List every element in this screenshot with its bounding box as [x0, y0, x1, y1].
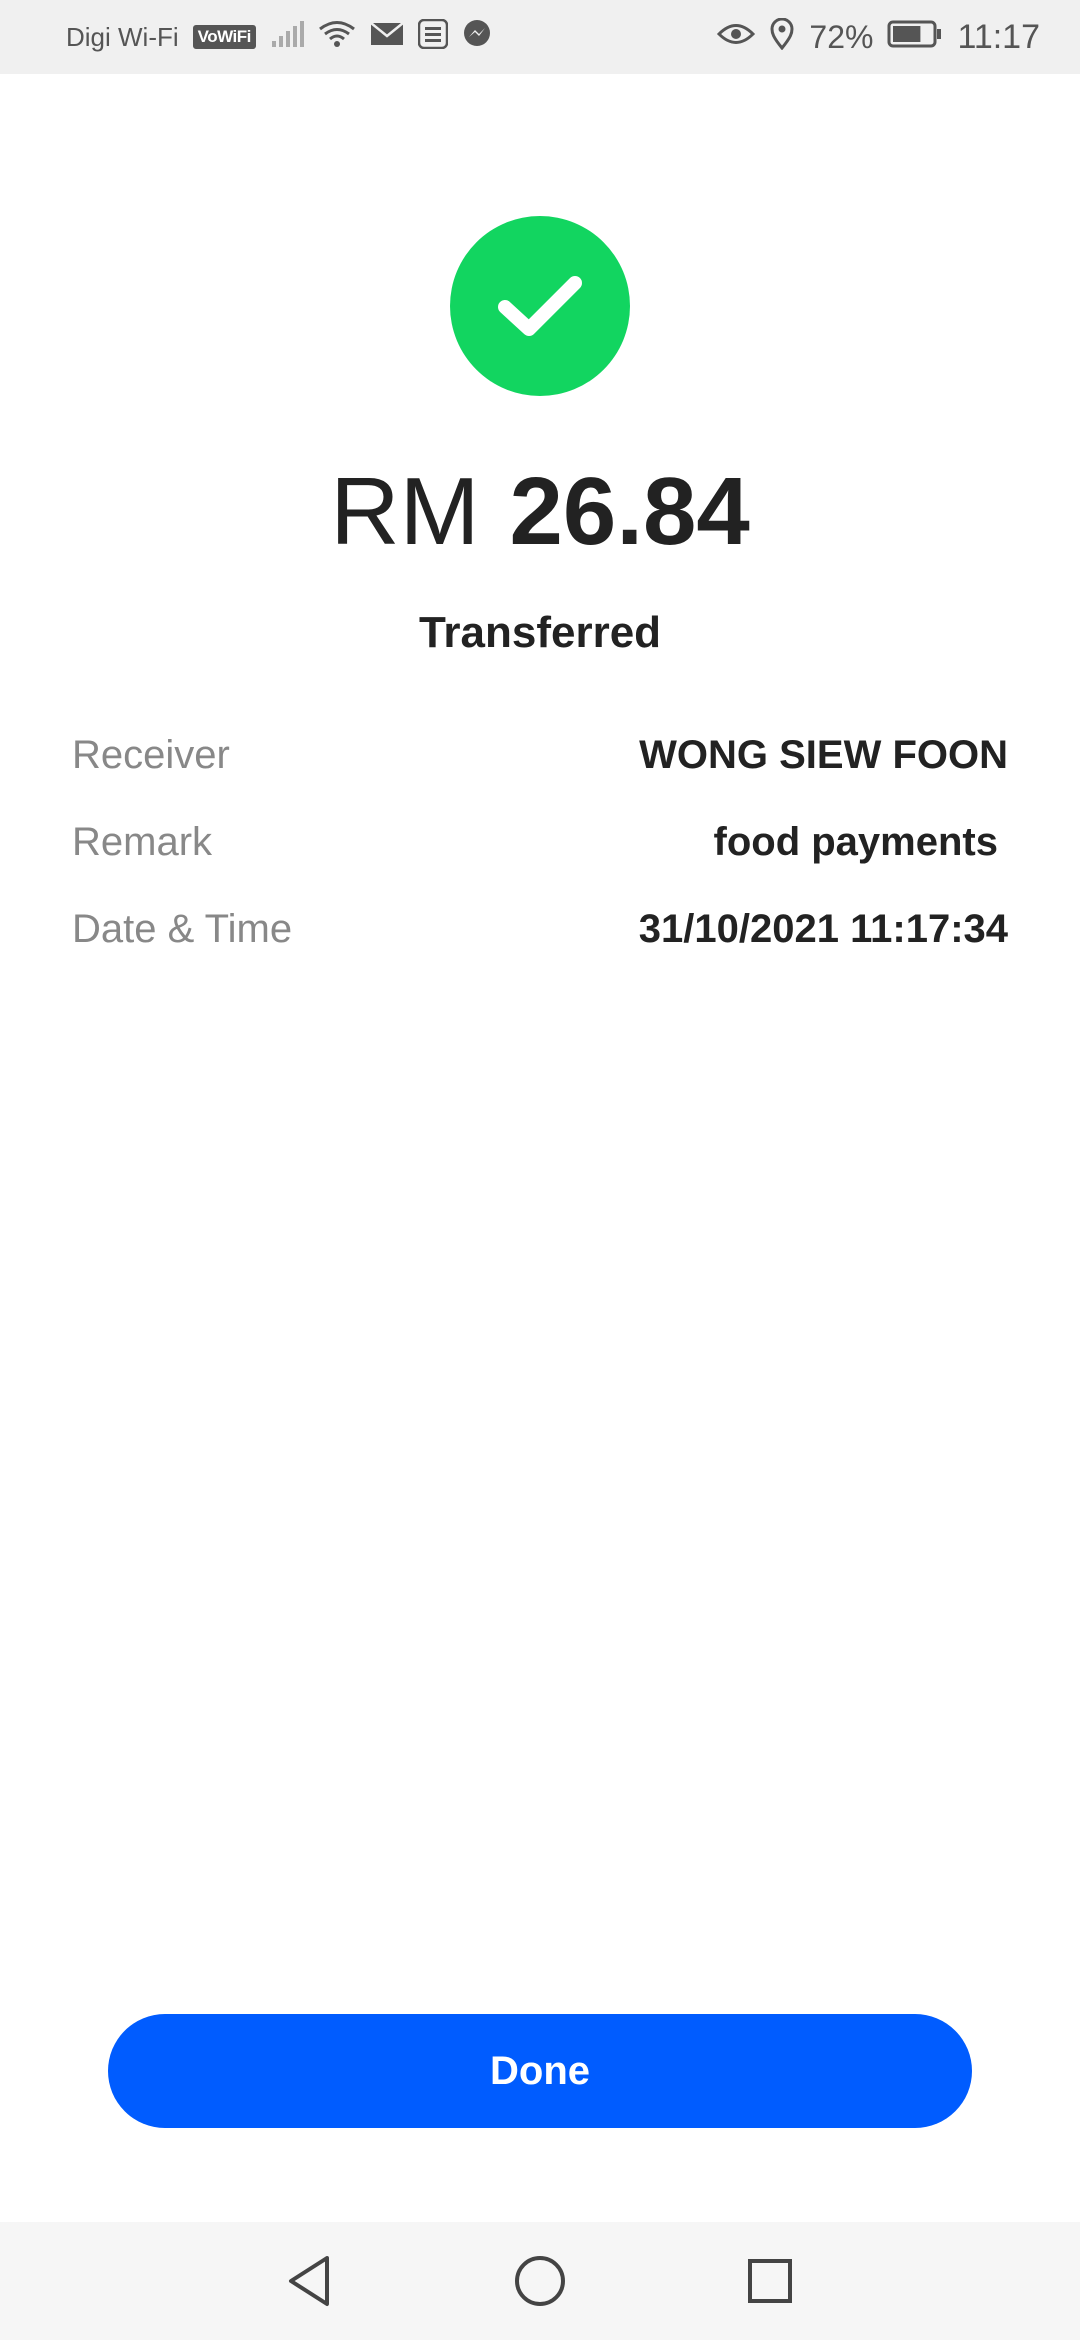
carrier-name: Digi Wi-Fi	[66, 21, 179, 52]
date-time-label: Date & Time	[72, 907, 293, 951]
detail-row-remark: Remark food payments	[72, 799, 1008, 886]
mail-icon	[370, 21, 404, 54]
touchngo-ewallet-icon	[417, 18, 449, 56]
remark-label: Remark	[72, 820, 213, 864]
system-nav-bar	[0, 2222, 1080, 2340]
recents-icon[interactable]	[730, 2241, 810, 2321]
amount-value: 26.84	[509, 458, 750, 565]
currency-label: RM	[330, 458, 480, 565]
messenger-icon	[462, 19, 492, 56]
battery-percent: 72%	[809, 18, 874, 55]
status-bar-left: Digi Wi-Fi VoWiFi	[66, 18, 492, 56]
back-icon[interactable]	[270, 2241, 350, 2321]
receiver-value: WONG SIEW FOON	[639, 733, 1008, 777]
clock: 11:17	[957, 17, 1040, 56]
transfer-status: Transferred	[418, 608, 662, 657]
vowifi-badge: VoWiFi	[192, 25, 256, 49]
eye-icon	[717, 21, 756, 54]
wifi-icon	[318, 20, 356, 55]
receiver-label: Receiver	[72, 733, 230, 777]
location-icon	[769, 17, 795, 57]
detail-row-date-time: Date & Time 31/10/2021 11:17:34	[72, 886, 1008, 973]
transfer-amount: RM 26.84	[0, 452, 1080, 572]
detail-row-receiver: Receiver WONG SIEW FOON	[72, 712, 1008, 799]
signal-icon	[270, 20, 304, 54]
success-check-icon	[450, 216, 630, 396]
status-bar: Digi Wi-Fi VoWiFi 72% 11:17	[0, 0, 1080, 74]
home-icon[interactable]	[500, 2241, 580, 2321]
remark-value: food payments	[713, 820, 998, 864]
status-bar-right: 72% 11:17	[717, 17, 1040, 57]
date-time-value: 31/10/2021 11:17:34	[638, 907, 1008, 951]
battery-icon	[887, 20, 943, 55]
transaction-details: Receiver WONG SIEW FOON Remark food paym…	[72, 712, 1008, 973]
done-button[interactable]: Done	[108, 2014, 972, 2128]
